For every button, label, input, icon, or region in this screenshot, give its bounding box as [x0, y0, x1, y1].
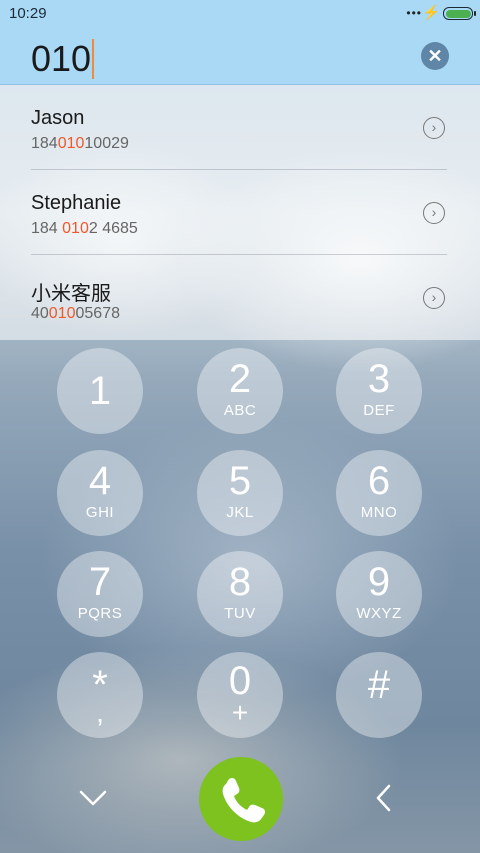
clear-button[interactable]: ✕ — [421, 42, 449, 70]
contact-row[interactable]: Stephanie 184 0102 4685 › — [0, 170, 480, 255]
key-hash[interactable]: # — [336, 652, 422, 738]
key-3[interactable]: 3 DEF — [336, 348, 422, 434]
key-digit: 4 — [88, 459, 112, 503]
dialed-number-input[interactable]: 010 — [31, 38, 95, 80]
chevron-right-circle-icon[interactable]: › — [423, 117, 445, 139]
key-4[interactable]: 4 GHI — [57, 450, 143, 536]
key-9[interactable]: 9 WXYZ — [336, 551, 422, 637]
key-letters: ABC — [223, 402, 257, 419]
key-digit: 7 — [88, 560, 112, 604]
chevron-down-icon — [79, 790, 107, 806]
chevron-right-circle-icon[interactable]: › — [423, 202, 445, 224]
key-letters: JKL — [226, 504, 254, 521]
phone-icon — [222, 777, 266, 823]
key-digit: 5 — [228, 459, 252, 503]
key-letters: PQRS — [77, 605, 123, 622]
key-5[interactable]: 5 JKL — [197, 450, 283, 536]
key-6[interactable]: 6 MNO — [336, 450, 422, 536]
text-caret — [92, 39, 95, 79]
contact-number: 184 0102 4685 — [31, 220, 138, 237]
chevron-right-circle-icon[interactable]: › — [423, 287, 445, 309]
call-button[interactable] — [199, 757, 283, 841]
key-digit: 8 — [228, 560, 252, 604]
collapse-keypad-button[interactable] — [76, 783, 110, 813]
key-digit: # — [367, 663, 391, 707]
close-circle-icon: ✕ — [427, 46, 443, 66]
key-7[interactable]: 7 PQRS — [57, 551, 143, 637]
key-2[interactable]: 2 ABC — [197, 348, 283, 434]
contact-name: Jason — [31, 107, 85, 129]
chevron-left-icon — [376, 784, 391, 812]
key-digit: 1 — [88, 369, 112, 413]
delete-back-button[interactable] — [372, 781, 396, 815]
match-highlight: 010 — [57, 135, 85, 152]
key-letters: TUV — [224, 605, 256, 622]
battery-icon — [443, 7, 476, 20]
match-highlight: 010 — [48, 305, 76, 322]
notification-dots-icon: ••• — [406, 6, 422, 20]
key-letters: WXYZ — [356, 605, 402, 622]
contact-name: 小米客服 — [31, 283, 111, 305]
contact-results-list: Jason 18401010029 › Stephanie 184 0102 4… — [0, 85, 480, 340]
key-digit: 9 — [367, 560, 391, 604]
charging-icon: ⚡ — [422, 4, 440, 20]
key-letters: MNO — [360, 504, 398, 521]
key-letters: GHI — [85, 504, 115, 521]
contact-number: 4001005678 — [31, 305, 120, 322]
contact-row[interactable]: Jason 18401010029 › — [0, 85, 480, 170]
contact-number: 18401010029 — [31, 135, 129, 152]
key-1[interactable]: 1 — [57, 348, 143, 434]
key-star[interactable]: * , — [57, 652, 143, 738]
key-letters: DEF — [363, 402, 395, 419]
key-digit: 2 — [228, 357, 252, 401]
status-time: 10:29 — [9, 5, 47, 22]
contact-row[interactable]: 小米客服 4001005678 › — [0, 255, 480, 340]
dial-search-bar: 010 ✕ — [0, 28, 480, 85]
contact-name: Stephanie — [31, 192, 122, 214]
key-8[interactable]: 8 TUV — [197, 551, 283, 637]
key-0[interactable]: 0 + — [197, 652, 283, 738]
status-bar: 10:29 ••• ⚡ — [0, 0, 480, 28]
key-letters: + — [231, 697, 249, 728]
match-highlight: 010 — [62, 220, 89, 237]
key-letters: , — [96, 697, 104, 728]
key-digit: 6 — [367, 459, 391, 503]
key-digit: 3 — [367, 357, 391, 401]
